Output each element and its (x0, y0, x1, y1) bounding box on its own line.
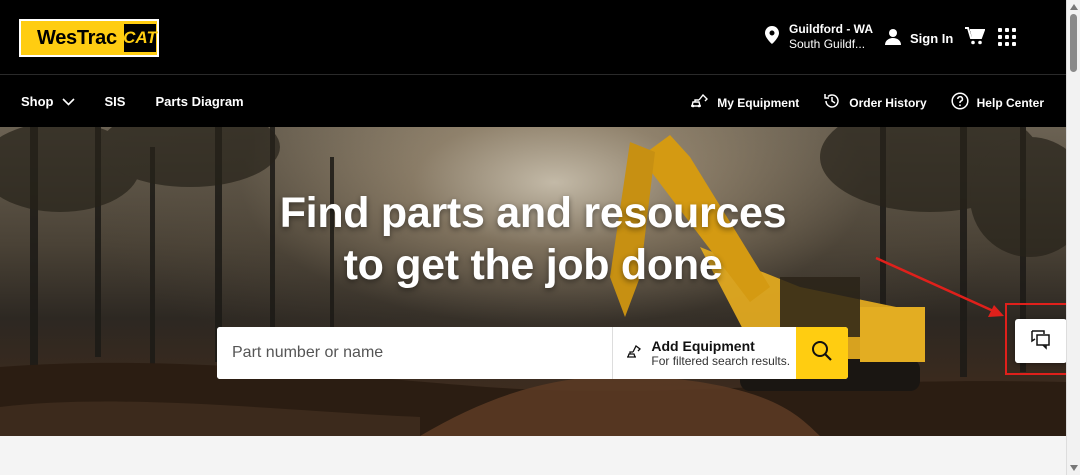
nav-help-center-label: Help Center (976, 95, 1044, 110)
sign-in-button[interactable]: Sign In (884, 28, 953, 49)
logo-cat-text: CAT (123, 23, 157, 53)
store-location-selector[interactable]: Guildford - WA South Guildf... (765, 22, 873, 52)
part-search-bar: Add Equipment For filtered search result… (217, 327, 848, 379)
nav-sis-label: SIS (104, 94, 126, 109)
hero-banner: Find parts and resources to get the job … (0, 127, 1066, 436)
scroll-down-icon[interactable] (1070, 465, 1078, 471)
chat-icon (1030, 328, 1052, 355)
top-header: WesTrac CAT Guildford - WA South Guildf.… (0, 0, 1066, 75)
location-name: Guildford - WA (789, 22, 873, 36)
vertical-scrollbar[interactable] (1066, 0, 1080, 475)
logo-westrac-text: WesTrac (37, 26, 117, 49)
nav-order-history-label: Order History (849, 95, 927, 110)
excavator-icon (626, 343, 642, 364)
westrac-cat-logo[interactable]: WesTrac CAT (19, 19, 159, 57)
scroll-up-icon[interactable] (1070, 4, 1078, 10)
location-pin-icon (765, 25, 779, 49)
apps-grid-icon[interactable] (998, 28, 1016, 46)
help-icon (951, 92, 969, 113)
add-equipment-subtitle: For filtered search results. (651, 353, 791, 368)
add-equipment-button[interactable]: Add Equipment For filtered search result… (612, 327, 796, 379)
hero-headline-line-2: to get the job done (343, 241, 723, 289)
nav-parts-diagram-label: Parts Diagram (155, 94, 244, 109)
cart-button[interactable] (965, 27, 986, 50)
nav-order-history[interactable]: Order History (823, 92, 927, 113)
excavator-icon (689, 93, 709, 111)
nav-parts-diagram[interactable]: Parts Diagram (155, 94, 243, 109)
nav-shop-label: Shop (21, 94, 54, 109)
part-search-input[interactable] (217, 327, 613, 379)
search-icon (811, 340, 833, 367)
nav-shop[interactable]: Shop (21, 94, 75, 109)
sign-in-label: Sign In (910, 31, 954, 46)
location-detail: South Guildf... (789, 37, 866, 51)
search-button[interactable] (796, 327, 848, 379)
nav-my-equipment-label: My Equipment (717, 95, 800, 110)
main-navigation: Shop SIS Parts Diagram My Equipment Orde… (0, 76, 1066, 127)
history-icon (823, 92, 841, 113)
nav-help-center[interactable]: Help Center (951, 92, 1044, 113)
cart-icon (965, 27, 986, 49)
hero-headline: Find parts and resources to get the job … (0, 187, 1066, 291)
add-equipment-title: Add Equipment (651, 337, 755, 354)
nav-sis[interactable]: SIS (105, 94, 126, 109)
content-below-hero (0, 436, 1066, 475)
user-icon (884, 28, 902, 49)
hero-headline-line-1: Find parts and resources (279, 189, 787, 237)
chat-button[interactable] (1015, 319, 1067, 363)
nav-my-equipment[interactable]: My Equipment (689, 93, 800, 111)
chevron-down-icon (61, 94, 75, 109)
scrollbar-thumb[interactable] (1070, 14, 1077, 72)
